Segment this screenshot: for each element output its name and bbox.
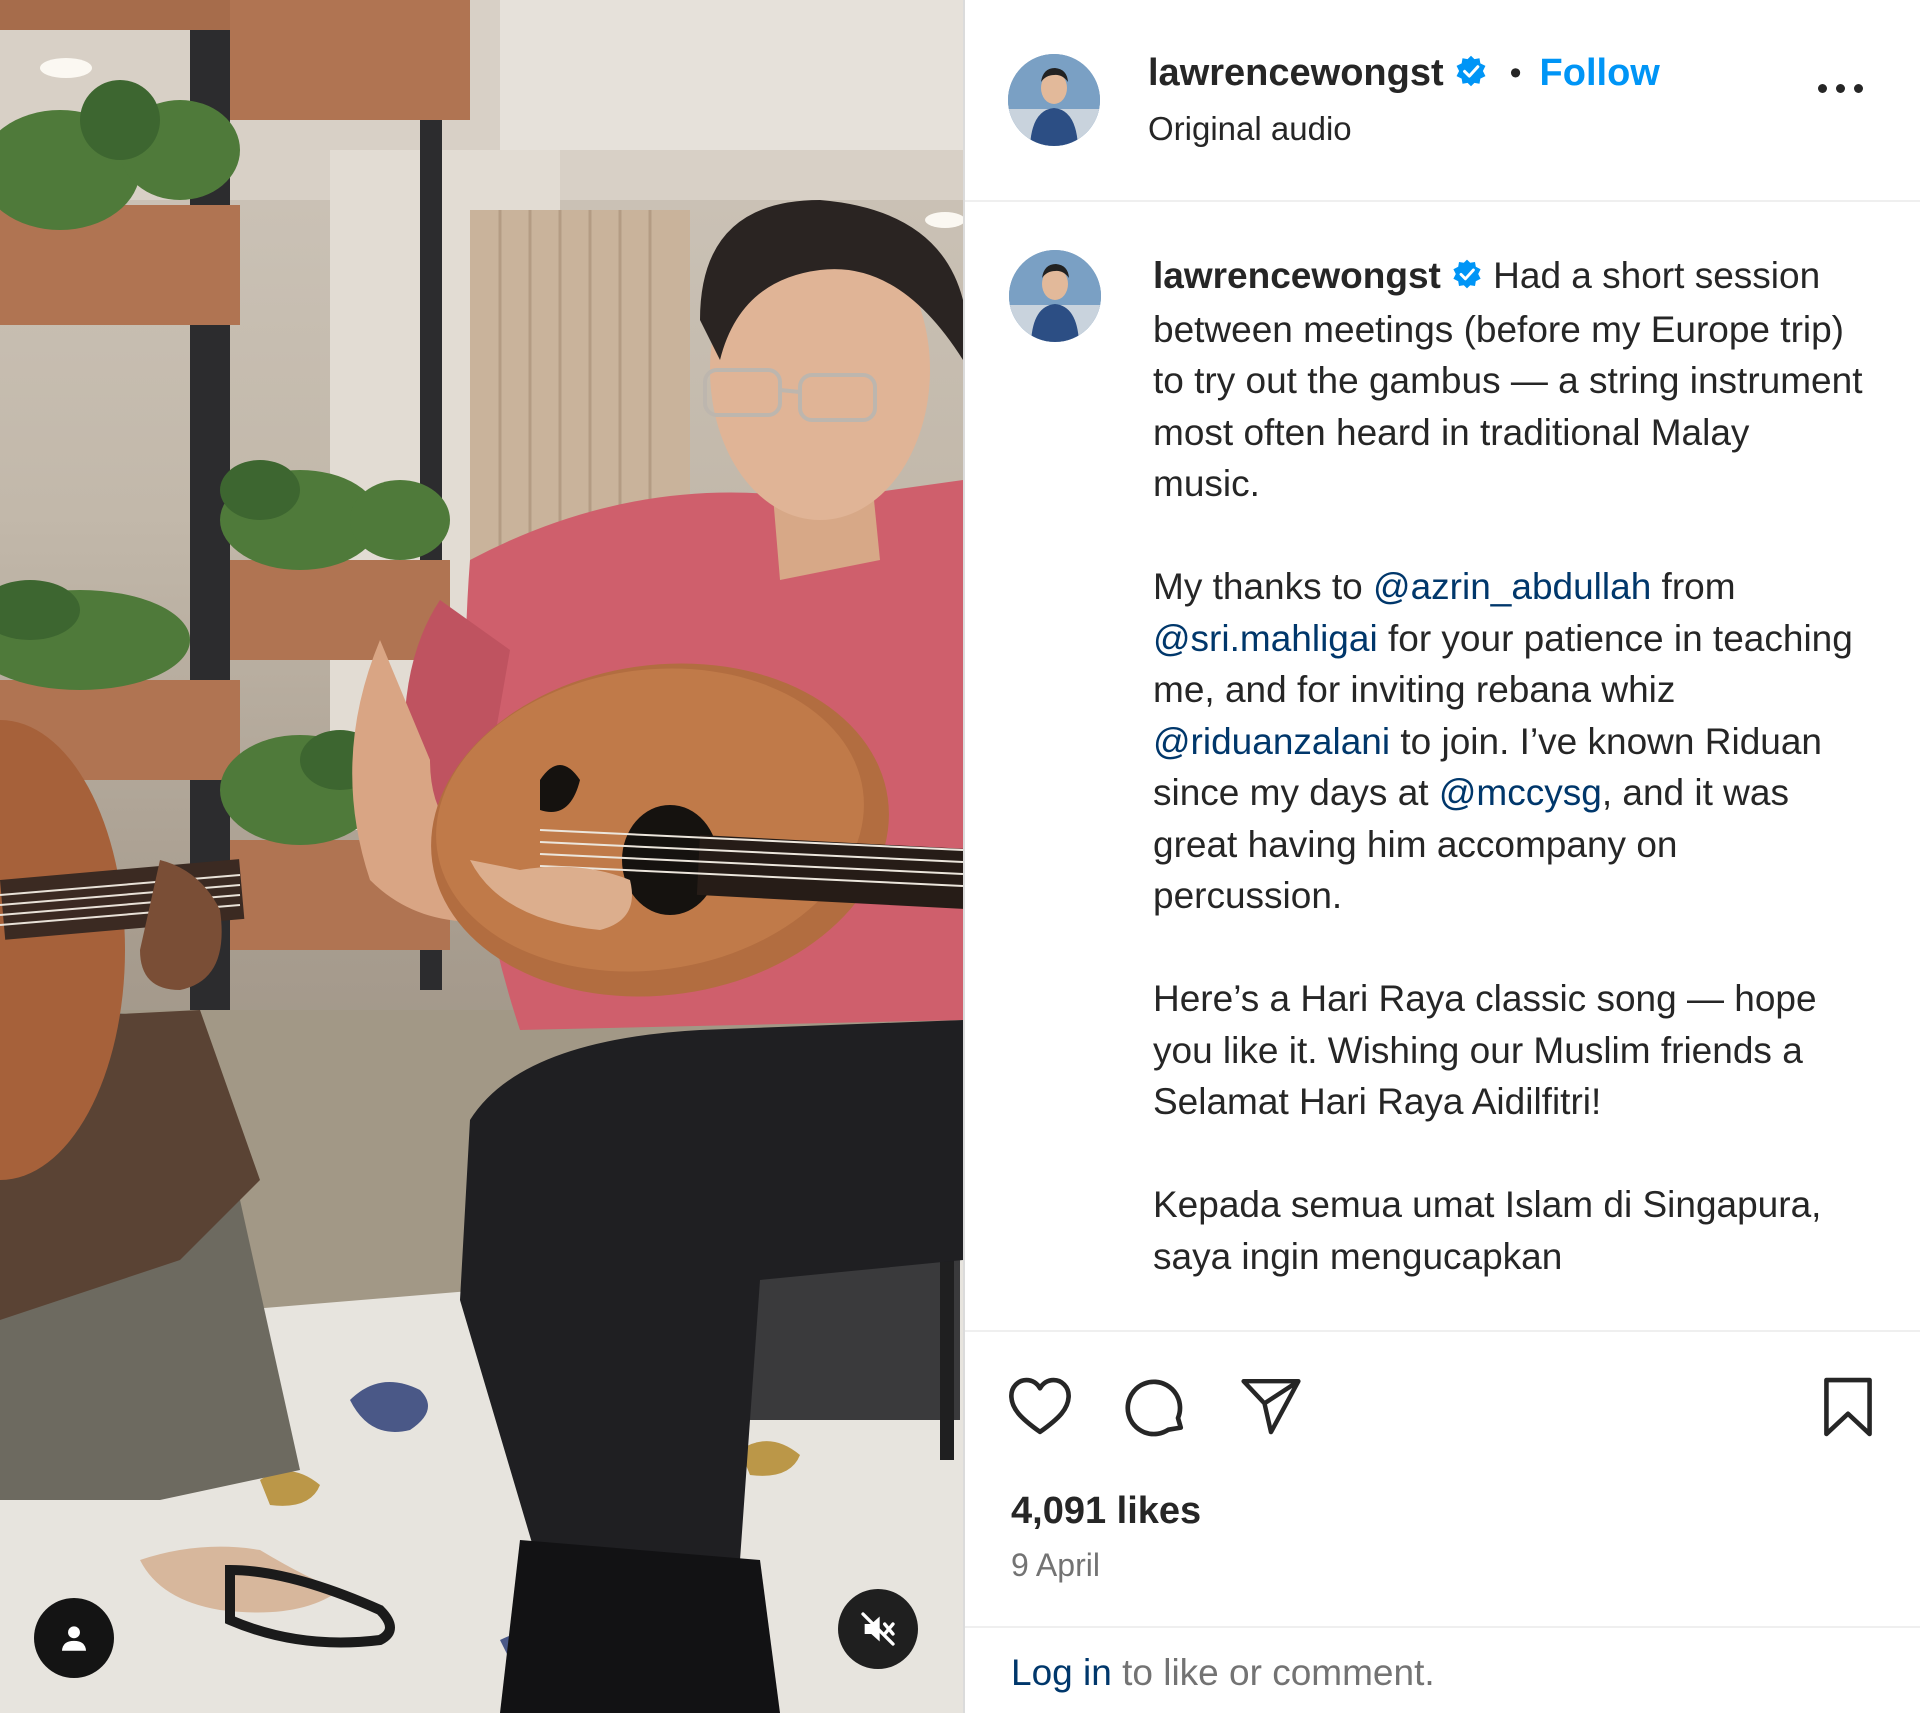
video-frame (0, 0, 963, 1713)
mention-link[interactable]: @azrin_abdullah (1373, 566, 1651, 607)
header-username[interactable]: lawrencewongst (1148, 52, 1444, 95)
caption-text: My thanks to (1153, 566, 1374, 608)
post-header: lawrencewongst • Follow Original audio (965, 0, 1920, 202)
mention-link[interactable]: @mccysg (1439, 772, 1602, 813)
login-footer: Log in to like or comment. (965, 1626, 1920, 1715)
heart-icon[interactable] (1007, 1376, 1073, 1441)
mention-link[interactable]: @riduanzalani (1153, 721, 1390, 762)
muted-speaker-icon (861, 1612, 895, 1646)
post-caption: lawrencewongst Had a short session betwe… (1153, 250, 1863, 1330)
caption-text: Kepada semua umat Islam di Singapura, sa… (1153, 1184, 1822, 1277)
verified-badge-icon (1451, 252, 1483, 304)
caption-text: from (1651, 566, 1736, 608)
separator-dot: • (1509, 54, 1522, 92)
avatar[interactable] (1008, 54, 1100, 146)
post-date: 9 April (1011, 1547, 1100, 1583)
tagged-users-button[interactable] (34, 1598, 114, 1678)
mention-link[interactable]: @sri.mahligai (1153, 618, 1378, 659)
login-prompt-text: to like or comment. (1111, 1652, 1435, 1693)
caption-paragraph: Here’s a Hari Raya classic song — hope y… (1153, 973, 1863, 1128)
verified-badge-icon (1454, 54, 1488, 93)
login-prompt: Log in to like or comment. (1011, 1652, 1435, 1694)
more-options-icon[interactable] (1818, 84, 1863, 93)
share-icon[interactable] (1239, 1376, 1303, 1441)
post-panel: lawrencewongst • Follow Original audio l… (965, 0, 1920, 1713)
video-player[interactable] (0, 0, 963, 1713)
follow-button[interactable]: Follow (1540, 52, 1660, 95)
login-link[interactable]: Log in (1011, 1652, 1112, 1693)
person-tag-icon (61, 1626, 87, 1651)
caption-paragraph: lawrencewongst Had a short session betwe… (1153, 250, 1863, 510)
profile-photo (1009, 250, 1101, 342)
comment-icon[interactable] (1123, 1374, 1189, 1445)
caption-paragraph: Kepada semua umat Islam di Singapura, sa… (1153, 1179, 1863, 1282)
caption-scroll-area[interactable]: lawrencewongst Had a short session betwe… (965, 202, 1920, 1330)
profile-photo (1008, 54, 1100, 146)
audio-label[interactable]: Original audio (1148, 110, 1352, 148)
caption-text: Here’s a Hari Raya classic song — hope y… (1153, 978, 1817, 1123)
caption-username[interactable]: lawrencewongst (1153, 255, 1441, 296)
actions-divider (965, 1330, 1920, 1332)
mute-toggle-button[interactable] (838, 1589, 918, 1669)
caption-paragraph: My thanks to @azrin_abdullah from @sri.m… (1153, 561, 1863, 922)
likes-count[interactable]: 4,091 likes (1011, 1490, 1201, 1533)
bookmark-icon[interactable] (1821, 1376, 1875, 1443)
caption-avatar[interactable] (1009, 250, 1101, 342)
